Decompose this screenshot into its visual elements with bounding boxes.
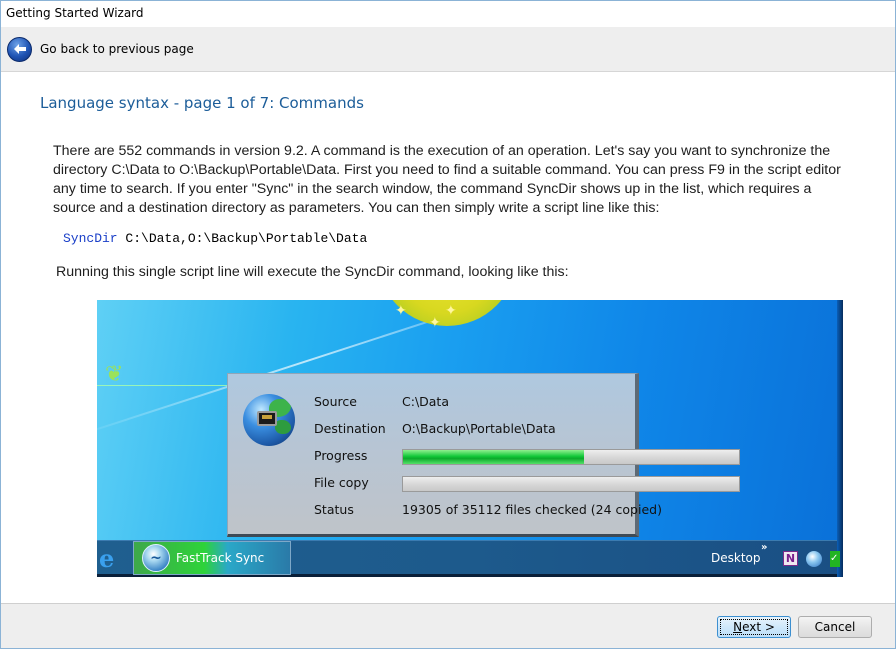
code-keyword: SyncDir bbox=[63, 231, 118, 246]
onenote-icon: N bbox=[783, 551, 798, 566]
progress-bar bbox=[402, 449, 740, 465]
taskbar-button-label: FastTrack Sync bbox=[176, 551, 265, 565]
next-button[interactable]: Next > bbox=[717, 616, 791, 638]
code-args: C:\Data,O:\Backup\Portable\Data bbox=[117, 231, 368, 246]
navigation-bar: Go back to previous page bbox=[1, 27, 895, 72]
destination-label: Destination bbox=[314, 421, 386, 436]
fasttrack-app-icon: ~ bbox=[142, 544, 170, 572]
file-copy-label: File copy bbox=[314, 475, 369, 490]
back-button[interactable]: Go back to previous page bbox=[7, 36, 194, 62]
desktop-toolbar-label: Desktop bbox=[711, 551, 761, 565]
next-mnemonic: N bbox=[733, 620, 743, 634]
sync-tray-icon bbox=[806, 551, 822, 567]
source-value: C:\Data bbox=[402, 394, 449, 409]
sparkle-icon: ✦ bbox=[429, 315, 441, 331]
back-label[interactable]: Go back to previous page bbox=[40, 42, 194, 56]
example-screenshot: ✦ ✦ ✦ ❦ Source C:\Data Destination O:\Ba… bbox=[97, 300, 843, 577]
window-title: Getting Started Wizard bbox=[6, 6, 144, 20]
screenshot-edge bbox=[837, 300, 843, 577]
source-label: Source bbox=[314, 394, 357, 409]
check-tray-icon: ✓ bbox=[830, 551, 840, 567]
code-example: SyncDir C:\Data,O:\Backup\Portable\Data bbox=[63, 231, 367, 246]
destination-value: O:\Backup\Portable\Data bbox=[402, 421, 556, 436]
taskbar: e ~ FastTrack Sync Desktop » N ✓ bbox=[97, 540, 840, 577]
progress-bar-fill bbox=[403, 450, 585, 464]
next-label: ext > bbox=[742, 620, 775, 634]
sync-progress-dialog: Source C:\Data Destination O:\Backup\Por… bbox=[227, 373, 740, 537]
globe-network-icon bbox=[243, 394, 295, 446]
page-title: Language syntax - page 1 of 7: Commands bbox=[40, 94, 364, 112]
title-bar: Getting Started Wizard bbox=[1, 1, 895, 27]
progress-label: Progress bbox=[314, 448, 368, 463]
status-label: Status bbox=[314, 502, 354, 517]
taskbar-button-fasttrack: ~ FastTrack Sync bbox=[133, 541, 291, 575]
internet-explorer-icon: e bbox=[99, 547, 115, 571]
sparkle-icon: ✦ bbox=[445, 303, 457, 319]
chevron-icon: » bbox=[761, 542, 768, 553]
sparkle-icon: ✦ bbox=[395, 303, 407, 319]
wizard-window: Getting Started Wizard Go back to previo… bbox=[0, 0, 896, 649]
leaf-icon: ❦ bbox=[105, 362, 124, 387]
status-value: 19305 of 35112 files checked (24 copied) bbox=[402, 502, 662, 517]
wizard-footer: Next > Cancel bbox=[1, 603, 895, 648]
cancel-button[interactable]: Cancel bbox=[798, 616, 872, 638]
running-text: Running this single script line will exe… bbox=[56, 264, 569, 280]
back-arrow-icon[interactable] bbox=[7, 36, 32, 62]
intro-paragraph: There are 552 commands in version 9.2. A… bbox=[53, 143, 841, 216]
file-copy-bar bbox=[402, 476, 740, 492]
page-content: Language syntax - page 1 of 7: Commands … bbox=[1, 73, 895, 603]
